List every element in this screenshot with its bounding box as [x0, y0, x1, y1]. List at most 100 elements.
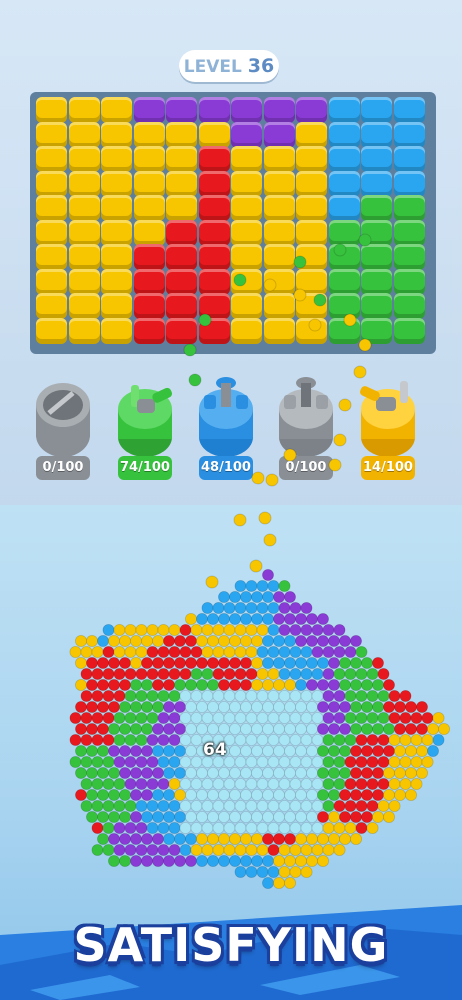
star-ball: [75, 767, 88, 780]
star-ball: [190, 756, 203, 769]
star-ball: [261, 855, 274, 868]
star-ball: [140, 767, 153, 780]
star-ball: [217, 635, 230, 648]
star-ball: [190, 800, 203, 813]
star-ball: [349, 811, 362, 824]
star-ball: [168, 690, 181, 703]
star-ball: [97, 811, 110, 824]
star-ball: [327, 701, 340, 714]
star-ball: [261, 723, 274, 736]
star-ball: [316, 657, 329, 670]
star-ball: [162, 701, 175, 714]
star-ball: [201, 712, 214, 725]
star-ball: [289, 866, 302, 879]
star-ball: [311, 822, 324, 835]
star-ball: [119, 679, 132, 692]
star-ball: [349, 679, 362, 692]
star-ball: [80, 800, 93, 813]
star-ball: [140, 635, 153, 648]
star-ball: [119, 657, 132, 670]
star-ball: [179, 690, 192, 703]
star-ball: [124, 822, 137, 835]
star-ball: [124, 624, 137, 637]
star-ball: [245, 690, 258, 703]
flying-ball: [258, 511, 272, 525]
star-ball: [173, 679, 186, 692]
star-ball: [234, 580, 247, 593]
star-ball: [124, 778, 137, 791]
star-ball: [173, 635, 186, 648]
star-ball: [173, 745, 186, 758]
star-ball: [338, 723, 351, 736]
star-ball: [223, 624, 236, 637]
star-ball: [91, 844, 104, 857]
star-ball: [75, 723, 88, 736]
star-ball: [234, 624, 247, 637]
star-ball: [179, 844, 192, 857]
star-ball: [234, 712, 247, 725]
star-ball: [223, 822, 236, 835]
flying-ball: [263, 278, 277, 292]
star-ball: [223, 844, 236, 857]
star-ball: [102, 734, 115, 747]
star-ball: [305, 723, 318, 736]
star-ball: [333, 844, 346, 857]
star-ball: [151, 811, 164, 824]
star-ball: [146, 800, 159, 813]
star-ball: [283, 613, 296, 626]
flying-ball: [333, 433, 347, 447]
star-ball: [305, 855, 318, 868]
star-ball: [256, 800, 269, 813]
star-ball: [162, 855, 175, 868]
star-ball: [102, 800, 115, 813]
star-ball: [256, 668, 269, 681]
star-ball: [316, 613, 329, 626]
star-ball: [437, 723, 450, 736]
star-ball: [289, 734, 302, 747]
star-ball: [256, 756, 269, 769]
star-ball: [228, 833, 241, 846]
star-ball: [91, 800, 104, 813]
star-ball: [195, 723, 208, 736]
star-ball: [272, 723, 285, 736]
star-ball: [212, 778, 225, 791]
star-ball: [283, 767, 296, 780]
star-ball: [338, 833, 351, 846]
star-ball: [338, 745, 351, 758]
star-ball: [399, 690, 412, 703]
star-ball: [355, 756, 368, 769]
star-ball: [217, 855, 230, 868]
star-ball: [283, 657, 296, 670]
star-ball: [234, 602, 247, 615]
star-ball: [338, 635, 351, 648]
star-ball: [146, 646, 159, 659]
star-ball: [129, 679, 142, 692]
star-ball: [129, 789, 142, 802]
star-ball: [201, 844, 214, 857]
star-ball: [333, 822, 346, 835]
star-ball: [97, 657, 110, 670]
star-ball: [102, 646, 115, 659]
star-ball: [234, 866, 247, 879]
star-ball: [256, 822, 269, 835]
flying-ball: [263, 533, 277, 547]
star-ball: [305, 701, 318, 714]
star-ball: [360, 811, 373, 824]
star-ball: [261, 745, 274, 758]
star-ball: [289, 844, 302, 857]
star-ball: [300, 712, 313, 725]
star-ball: [432, 712, 445, 725]
star-ball: [327, 635, 340, 648]
star-ball: [190, 734, 203, 747]
star-ball: [97, 833, 110, 846]
star-ball: [344, 734, 357, 747]
star-ball: [272, 877, 285, 890]
star-ball: [146, 690, 159, 703]
star-ball: [135, 624, 148, 637]
star-ball: [322, 822, 335, 835]
star-ball: [344, 756, 357, 769]
star-ball: [278, 756, 291, 769]
star-ball: [327, 745, 340, 758]
star-ball: [129, 635, 142, 648]
ball-star-shape[interactable]: [0, 0, 462, 1000]
